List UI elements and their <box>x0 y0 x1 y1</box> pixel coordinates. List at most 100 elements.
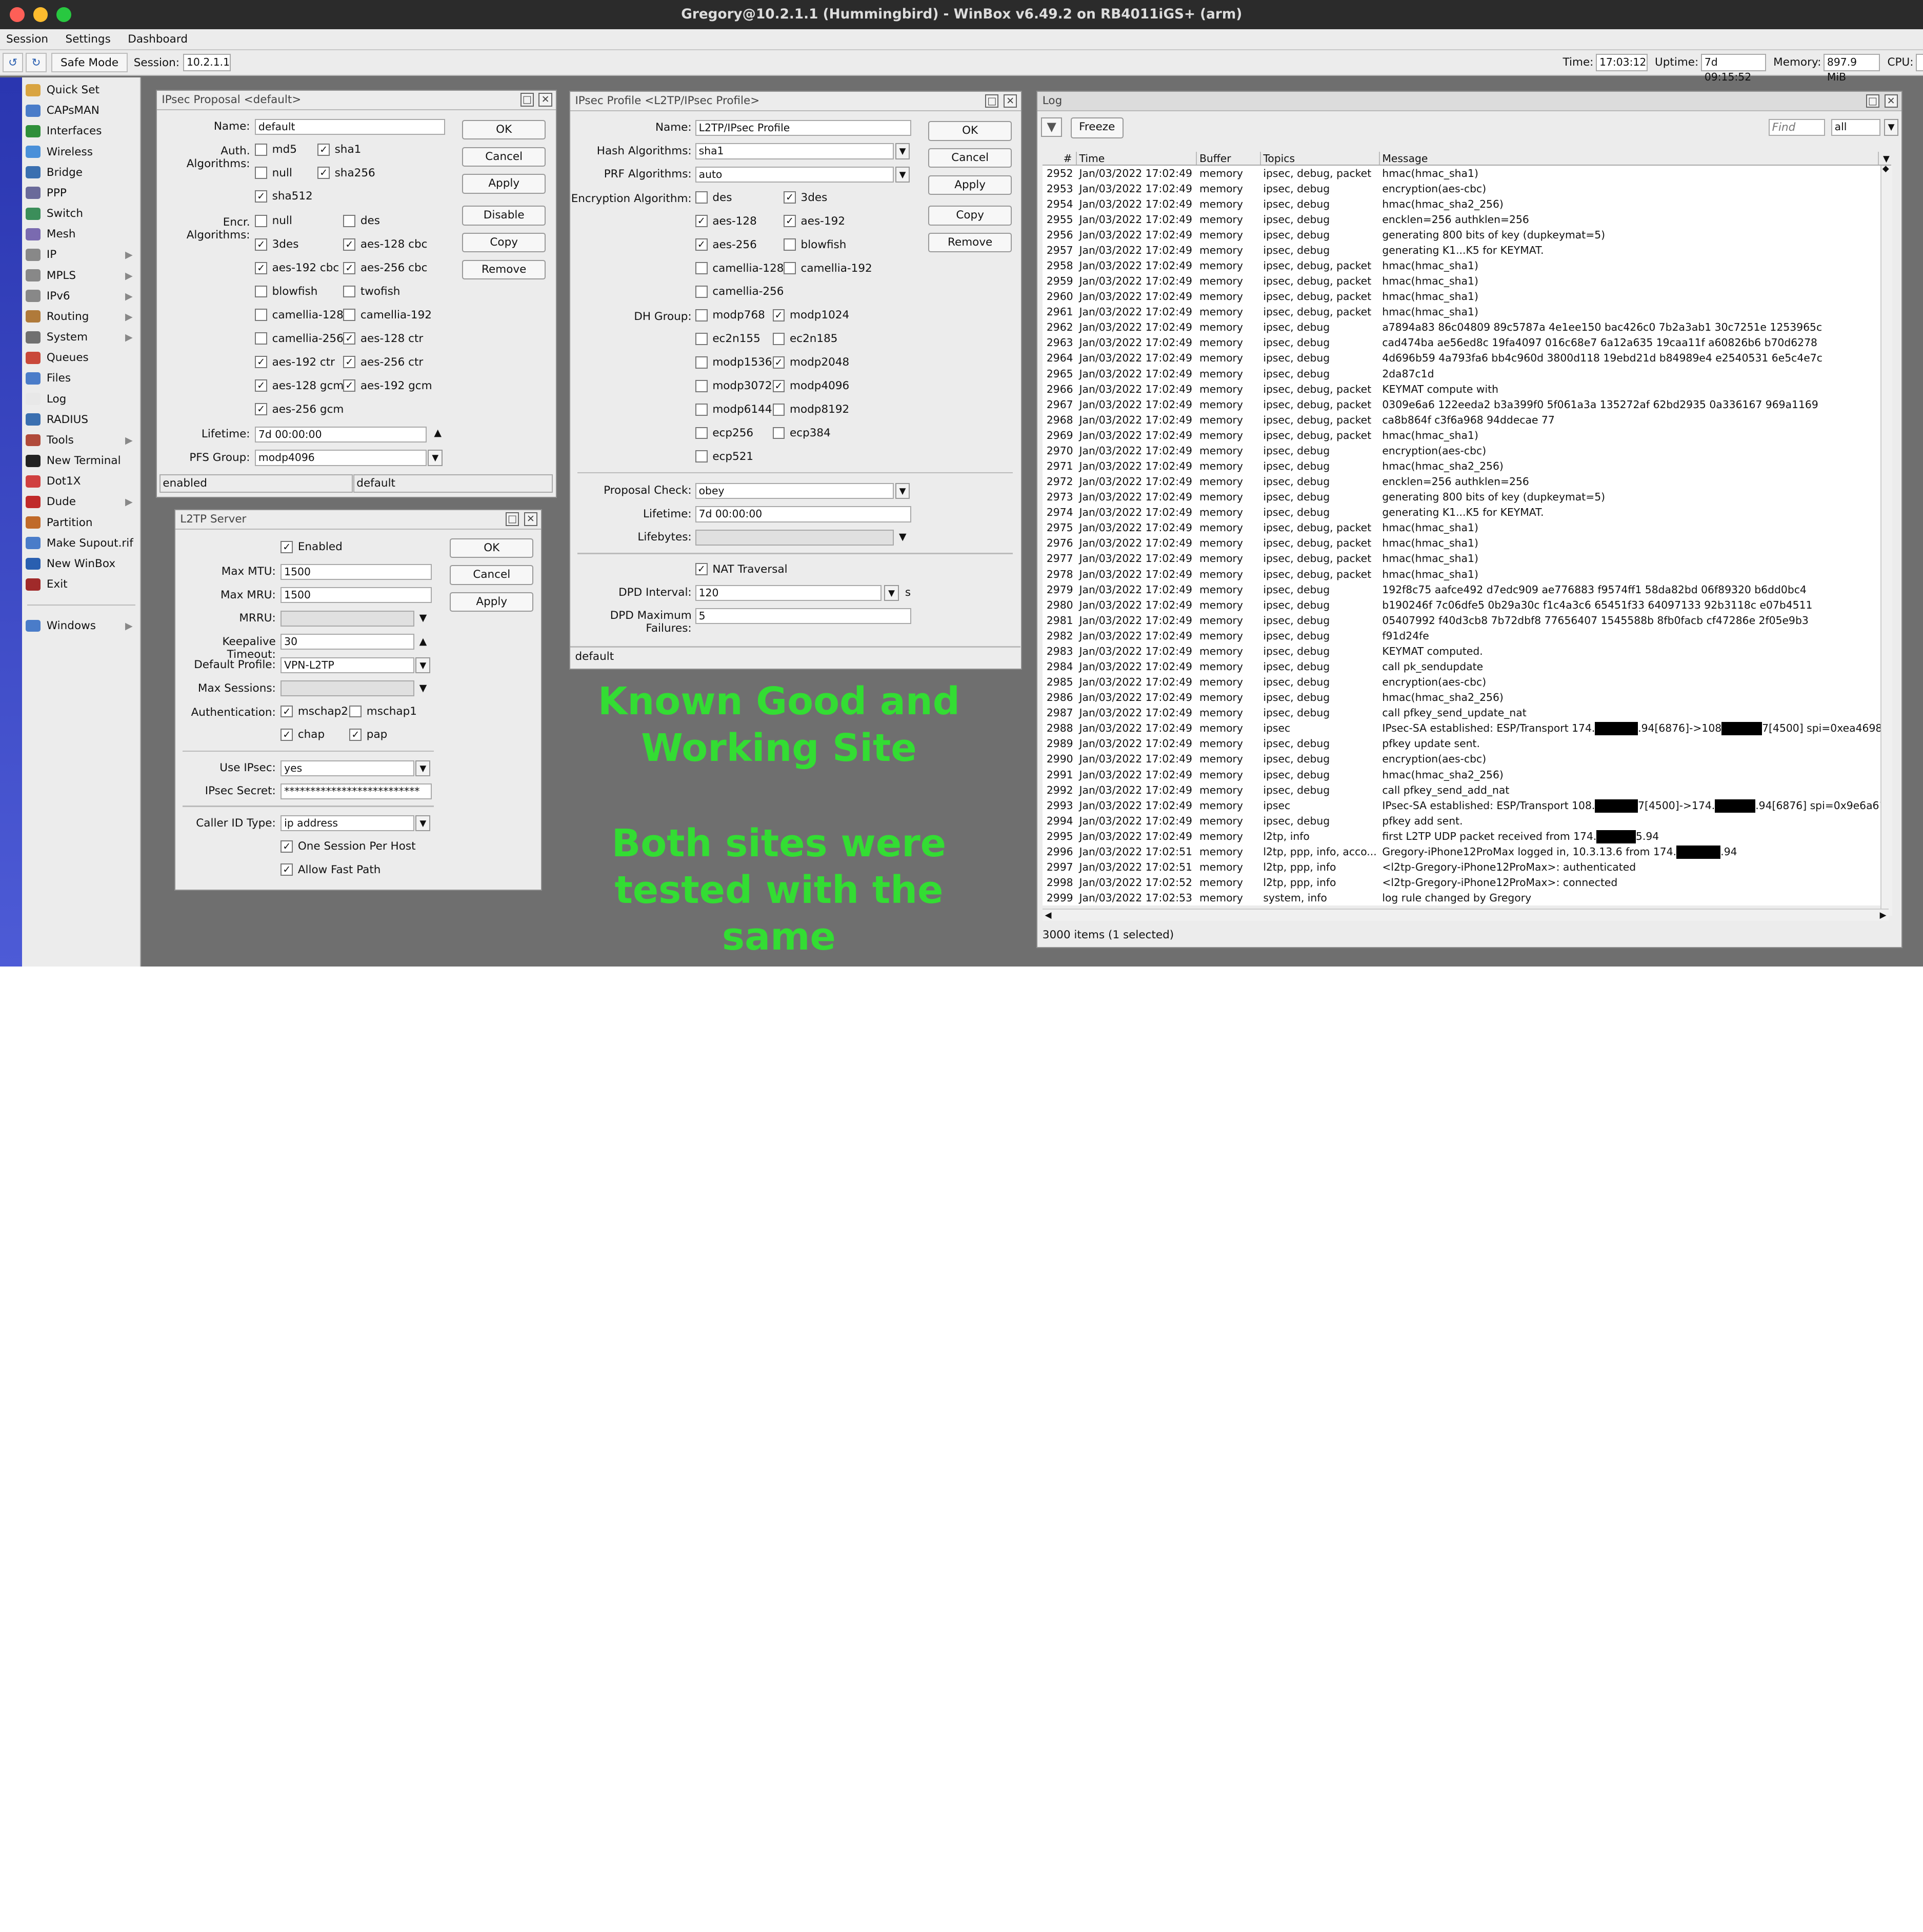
table-row[interactable]: 2956 Jan/03/2022 17:02:49 memory ipsec, deb… <box>1042 227 1892 243</box>
table-row[interactable]: 2971 Jan/03/2022 17:02:49 memory ipsec, deb… <box>1042 458 1892 474</box>
keepalive-field[interactable]: 30 <box>281 634 415 650</box>
sidebar-item-partition[interactable]: Partition <box>22 512 140 533</box>
dh-ec2n185-checkbox[interactable]: ec2n185 <box>772 332 837 345</box>
mrru-field[interactable] <box>281 610 415 627</box>
dh-modp1024-checkbox[interactable]: ✓ modp1024 <box>772 309 849 321</box>
encr-aes-192-cbc-checkbox[interactable]: ✓ aes-192 cbc <box>255 261 339 274</box>
table-row[interactable]: 2999 Jan/03/2022 17:02:53 memory system, in… <box>1042 890 1892 906</box>
enc-3des-checkbox[interactable]: ✓ 3des <box>784 191 827 204</box>
table-row[interactable]: 2989 Jan/03/2022 17:02:49 memory ipsec, deb… <box>1042 736 1892 752</box>
window-title-bar[interactable]: L2TP Server □ ✕ <box>175 510 542 530</box>
table-row[interactable]: 2993 Jan/03/2022 17:02:49 memory ipsec IPsec… <box>1042 797 1892 813</box>
cancel-button[interactable]: Cancel <box>928 148 1012 168</box>
collapse-icon[interactable]: ▲ <box>419 635 427 647</box>
cancel-button[interactable]: Cancel <box>462 147 546 167</box>
max-mtu-field[interactable]: 1500 <box>281 564 432 580</box>
apply-button[interactable]: Apply <box>462 174 546 194</box>
table-row[interactable]: 2995 Jan/03/2022 17:02:49 memory l2tp, info… <box>1042 828 1892 844</box>
one-session-checkbox[interactable]: ✓ One Session Per Host <box>281 840 416 853</box>
auth-sha512-checkbox[interactable]: ✓ sha512 <box>255 190 313 203</box>
table-row[interactable]: 2962 Jan/03/2022 17:02:49 memory ipsec, deb… <box>1042 319 1892 335</box>
scroll-up-icon[interactable]: ◆ <box>1882 163 1889 173</box>
column-header-buffer[interactable]: Buffer <box>1197 152 1261 165</box>
max-mru-field[interactable]: 1500 <box>281 587 432 603</box>
encr-aes-256-cbc-checkbox[interactable]: ✓ aes-256 cbc <box>343 261 427 274</box>
enc-aes-192-checkbox[interactable]: ✓ aes-192 <box>784 215 845 228</box>
expand-icon[interactable]: ▼ <box>899 531 907 542</box>
copy-button[interactable]: Copy <box>928 206 1012 226</box>
name-field[interactable]: default <box>255 118 445 135</box>
table-row[interactable]: 2954 Jan/03/2022 17:02:49 memory ipsec, deb… <box>1042 196 1892 212</box>
table-row[interactable]: 2957 Jan/03/2022 17:02:49 memory ipsec, deb… <box>1042 242 1892 258</box>
hash-algorithms-select[interactable]: sha1 <box>695 143 894 159</box>
table-row[interactable]: 2965 Jan/03/2022 17:02:49 memory ipsec, deb… <box>1042 366 1892 381</box>
ok-button[interactable]: OK <box>462 120 546 140</box>
dh-modp1536-checkbox[interactable]: modp1536 <box>695 356 772 369</box>
table-row[interactable]: 2985 Jan/03/2022 17:02:49 memory ipsec, deb… <box>1042 674 1892 690</box>
table-row[interactable]: 2977 Jan/03/2022 17:02:49 memory ipsec, deb… <box>1042 551 1892 567</box>
sidebar-item-files[interactable]: Files <box>22 368 140 389</box>
sidebar-item-switch[interactable]: Switch <box>22 204 140 224</box>
table-row[interactable]: 2983 Jan/03/2022 17:02:49 memory ipsec, deb… <box>1042 643 1892 659</box>
dh-modp768-checkbox[interactable]: modp768 <box>695 309 765 321</box>
horizontal-scrollbar[interactable]: ◀ ▶ <box>1042 909 1889 921</box>
encr-aes-256-ctr-checkbox[interactable]: ✓ aes-256 ctr <box>343 356 423 369</box>
dh-modp2048-checkbox[interactable]: ✓ modp2048 <box>772 356 849 369</box>
menu-dashboard[interactable]: Dashboard <box>128 33 188 46</box>
table-row[interactable]: 2973 Jan/03/2022 17:02:49 memory ipsec, deb… <box>1042 489 1892 505</box>
close-icon[interactable]: ✕ <box>1004 94 1017 108</box>
proposal-check-select[interactable]: obey <box>695 483 894 499</box>
table-row[interactable]: 2966 Jan/03/2022 17:02:49 memory ipsec, deb… <box>1042 381 1892 397</box>
encr-aes-128-gcm-checkbox[interactable]: ✓ aes-128 gcm <box>255 379 344 392</box>
table-row[interactable]: 2986 Jan/03/2022 17:02:49 memory ipsec, deb… <box>1042 690 1892 706</box>
close-window-button[interactable] <box>10 7 25 23</box>
dropdown-arrow-icon[interactable]: ▼ <box>895 483 910 499</box>
sidebar-item-log[interactable]: Log <box>22 389 140 409</box>
table-row[interactable]: 2976 Jan/03/2022 17:02:49 memory ipsec, deb… <box>1042 535 1892 551</box>
sidebar-item-quick-set[interactable]: Quick Set <box>22 79 140 100</box>
table-row[interactable]: 2955 Jan/03/2022 17:02:49 memory ipsec, deb… <box>1042 211 1892 227</box>
sidebar-item-mpls[interactable]: MPLS ▶ <box>22 265 140 286</box>
dh-ecp256-checkbox[interactable]: ecp256 <box>695 427 753 439</box>
restore-icon[interactable]: □ <box>1866 94 1879 108</box>
undo-button[interactable]: ↺ <box>2 53 24 73</box>
disable-button[interactable]: Disable <box>462 206 546 226</box>
dh-modp4096-checkbox[interactable]: ✓ modp4096 <box>772 379 849 392</box>
sidebar-item-mesh[interactable]: Mesh <box>22 224 140 245</box>
sidebar-item-queues[interactable]: Queues <box>22 348 140 368</box>
enc-camellia-128-checkbox[interactable]: camellia-128 <box>695 262 784 275</box>
sidebar-item-interfaces[interactable]: Interfaces <box>22 121 140 142</box>
menu-session[interactable]: Session <box>6 33 48 46</box>
sidebar-item-exit[interactable]: Exit <box>22 574 140 595</box>
table-row[interactable]: 2964 Jan/03/2022 17:02:49 memory ipsec, deb… <box>1042 350 1892 366</box>
scroll-left-icon[interactable]: ◀ <box>1045 910 1052 920</box>
sidebar-item-bridge[interactable]: Bridge <box>22 162 140 183</box>
scroll-right-icon[interactable]: ▶ <box>1880 910 1887 920</box>
safe-mode-button[interactable]: Safe Mode <box>51 53 128 73</box>
dpd-max-failures-field[interactable]: 5 <box>695 608 911 625</box>
dh-ecp384-checkbox[interactable]: ecp384 <box>772 427 831 439</box>
enc-des-checkbox[interactable]: des <box>695 191 732 204</box>
auth-md5-checkbox[interactable]: md5 <box>255 143 297 156</box>
table-row[interactable]: 2984 Jan/03/2022 17:02:49 memory ipsec, deb… <box>1042 659 1892 675</box>
close-icon[interactable]: ✕ <box>1884 94 1898 108</box>
auth-sha256-checkbox[interactable]: ✓ sha256 <box>317 167 375 179</box>
auth-pap-checkbox[interactable]: ✓ pap <box>349 728 387 741</box>
sidebar-item-new-terminal[interactable]: New Terminal <box>22 451 140 471</box>
table-row[interactable]: 2990 Jan/03/2022 17:02:49 memory ipsec, deb… <box>1042 751 1892 767</box>
enc-aes-128-checkbox[interactable]: ✓ aes-128 <box>695 215 757 228</box>
ok-button[interactable]: OK <box>928 121 1012 141</box>
enc-camellia-256-checkbox[interactable]: camellia-256 <box>695 285 784 298</box>
dropdown-arrow-icon[interactable]: ▼ <box>1884 118 1899 136</box>
dh-modp6144-checkbox[interactable]: modp6144 <box>695 403 772 416</box>
dh-ec2n155-checkbox[interactable]: ec2n155 <box>695 332 760 345</box>
dropdown-arrow-icon[interactable]: ▼ <box>415 657 431 673</box>
auth-mschap1-checkbox[interactable]: mschap1 <box>349 705 417 718</box>
ipsec-secret-field[interactable]: ************************** <box>281 783 432 800</box>
max-sessions-field[interactable] <box>281 680 415 697</box>
column-header-number[interactable]: # <box>1043 152 1077 165</box>
table-row[interactable]: 2997 Jan/03/2022 17:02:51 memory l2tp, ppp,… <box>1042 859 1892 875</box>
encr-camellia-192-checkbox[interactable]: camellia-192 <box>343 309 432 321</box>
sidebar-item-radius[interactable]: RADIUS <box>22 409 140 430</box>
expand-icon[interactable]: ▼ <box>419 682 427 694</box>
